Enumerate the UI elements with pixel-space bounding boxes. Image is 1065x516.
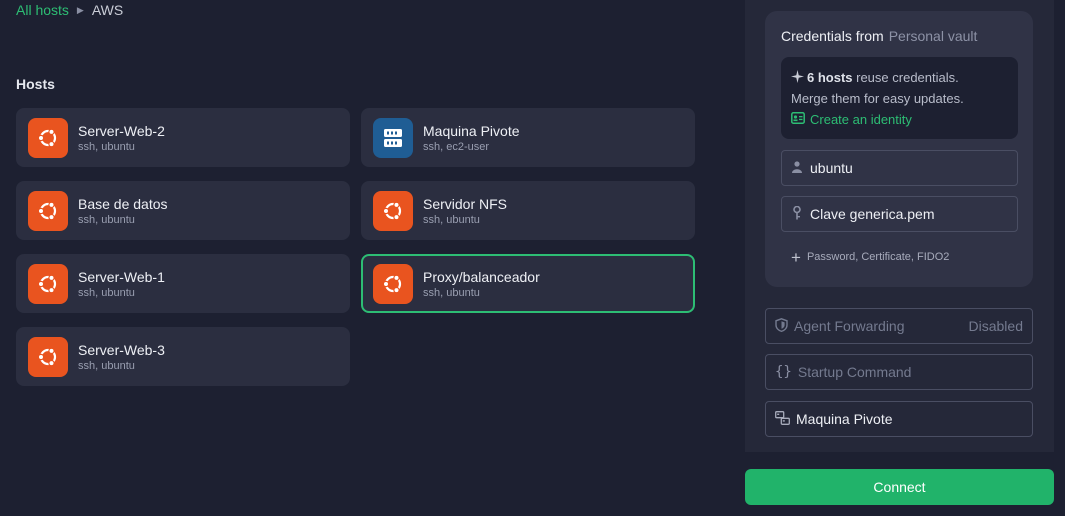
host-card-server-web-2[interactable]: Server-Web-2 ssh, ubuntu [16,108,350,167]
hosts-section-title: Hosts [16,76,55,92]
host-name: Maquina Pivote [423,122,520,139]
reuse-count: 6 hosts [807,70,853,85]
host-name: Server-Web-3 [78,341,165,358]
user-icon [792,160,802,176]
ubuntu-icon [28,190,68,231]
notice-text: reuse credentials. [852,70,959,85]
host-protocol-user: ssh, ubuntu [423,213,480,226]
host-card-server-web-3[interactable]: Server-Web-3 ssh, ubuntu [16,327,350,386]
host-name: Proxy/balanceador [423,268,540,285]
breadcrumb-current: AWS [91,2,124,18]
ubuntu-icon [28,263,68,304]
server-icon [373,117,413,158]
jump-host-field[interactable]: Maquina Pivote [765,401,1033,437]
chevron-right-icon: ▶ [76,4,84,15]
ubuntu-icon [373,190,413,231]
startup-command-field[interactable]: {} Startup Command [765,354,1033,390]
startup-command-placeholder: Startup Command [797,364,912,380]
host-card-maquina-pivote[interactable]: Maquina Pivote ssh, ec2-user [361,108,695,167]
ssh-key-value: Clave generica.pem [810,206,935,222]
ssh-key-field[interactable]: Clave generica.pem [781,196,1018,232]
key-icon [792,205,802,223]
host-card-proxy-balanceador[interactable]: Proxy/balanceador ssh, ubuntu [361,254,695,313]
host-name: Server-Web-2 [78,122,165,139]
host-name: Servidor NFS [423,195,508,212]
host-card-server-web-1[interactable]: Server-Web-1 ssh, ubuntu [16,254,350,313]
host-name: Base de datos [78,195,168,212]
notice-text-line2: Merge them for easy updates. [791,91,964,106]
create-identity-link[interactable]: Create an identity [791,109,1008,130]
host-card-servidor-nfs[interactable]: Servidor NFS ssh, ubuntu [361,181,695,240]
ubuntu-icon [373,263,413,304]
host-name: Server-Web-1 [78,268,165,285]
host-protocol-user: ssh, ubuntu [78,359,135,372]
create-identity-label: Create an identity [810,112,912,127]
credentials-header: Credentials from Personal vault [781,28,977,44]
identity-card-icon [791,109,805,130]
username-field[interactable]: ubuntu [781,150,1018,186]
breadcrumb-all-hosts[interactable]: All hosts [16,2,69,18]
breadcrumb: All hosts ▶ AWS [16,2,123,18]
host-protocol-user: ssh, ubuntu [423,286,480,299]
host-protocol-user: ssh, ubuntu [78,286,135,299]
reuse-credentials-notice: 6 hosts reuse credentials. Merge them fo… [781,57,1018,139]
add-credential-label: Password, Certificate, FIDO2 [806,251,950,263]
host-protocol-user: ssh, ubuntu [78,140,135,153]
agent-forwarding-label: Agent Forwarding [794,318,905,334]
add-credential-options[interactable]: + Password, Certificate, FIDO2 [791,247,950,267]
vault-selector[interactable]: Personal vault [889,28,978,44]
ubuntu-icon [28,117,68,158]
username-value: ubuntu [810,160,853,176]
credentials-label: Credentials from [781,28,884,44]
connect-button[interactable]: Connect [745,469,1054,505]
braces-icon: {} [775,364,792,380]
jump-host-value: Maquina Pivote [796,411,893,427]
host-card-base-de-datos[interactable]: Base de datos ssh, ubuntu [16,181,350,240]
host-protocol-user: ssh, ubuntu [78,213,135,226]
agent-forwarding-status: Disabled [968,318,1023,334]
credentials-card: Credentials from Personal vault 6 hosts … [765,11,1033,287]
host-protocol-user: ssh, ec2-user [423,140,490,153]
ubuntu-icon [28,336,68,377]
plus-icon: + [791,247,801,267]
sparkle-icon [791,67,807,88]
shield-icon [775,317,788,335]
agent-forwarding-field[interactable]: Agent Forwarding Disabled [765,308,1033,344]
host-chain-icon [775,410,790,428]
